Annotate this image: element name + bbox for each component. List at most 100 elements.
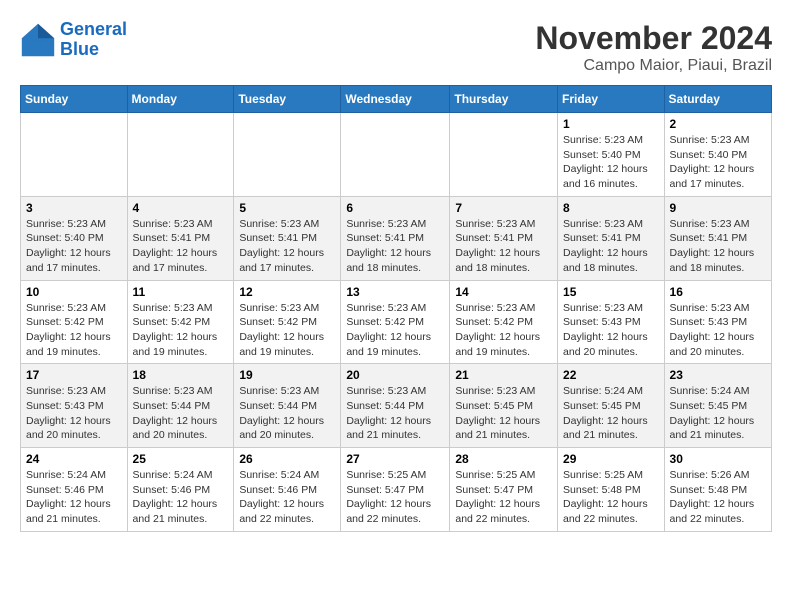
day-number: 17 [26,368,122,382]
calendar-cell: 16Sunrise: 5:23 AM Sunset: 5:43 PM Dayli… [664,280,771,364]
header-tuesday: Tuesday [234,86,341,113]
day-info: Sunrise: 5:23 AM Sunset: 5:40 PM Dayligh… [563,133,659,192]
day-info: Sunrise: 5:23 AM Sunset: 5:44 PM Dayligh… [239,384,335,443]
calendar-cell: 6Sunrise: 5:23 AM Sunset: 5:41 PM Daylig… [341,196,450,280]
day-number: 28 [455,452,552,466]
calendar-week-3: 10 Sunrise: 5:23 AM Sunset: 5:42 PM Dayli… [21,280,772,364]
calendar-cell: 24 Sunrise: 5:24 AM Sunset: 5:46 PM Dayli… [21,448,128,532]
calendar-cell: 26 Sunrise: 5:24 AM Sunset: 5:46 PM Dayli… [234,448,341,532]
day-info: Sunrise: 5:25 AM Sunset: 5:48 PM Dayligh… [563,468,659,527]
calendar-cell: 15Sunrise: 5:23 AM Sunset: 5:43 PM Dayli… [558,280,665,364]
day-number: 1 [563,117,659,131]
day-info: Sunrise: 5:24 AM Sunset: 5:45 PM Dayligh… [670,384,766,443]
title-area: November 2024 Campo Maior, Piaui, Brazil [535,20,772,75]
calendar-cell: 7 Sunrise: 5:23 AM Sunset: 5:41 PM Daylig… [450,196,558,280]
calendar-cell: 10 Sunrise: 5:23 AM Sunset: 5:42 PM Dayli… [21,280,128,364]
month-title: November 2024 [535,20,772,57]
calendar-cell [234,113,341,197]
day-info: Sunrise: 5:24 AM Sunset: 5:45 PM Dayligh… [563,384,659,443]
calendar-cell: 11Sunrise: 5:23 AM Sunset: 5:42 PM Dayli… [127,280,234,364]
day-number: 5 [239,201,335,215]
header: General Blue November 2024 Campo Maior, … [20,20,772,75]
day-number: 13 [346,285,444,299]
day-number: 11 [133,285,229,299]
day-info: Sunrise: 5:23 AM Sunset: 5:44 PM Dayligh… [346,384,444,443]
calendar-cell: 20 Sunrise: 5:23 AM Sunset: 5:44 PM Dayli… [341,364,450,448]
calendar-cell: 29 Sunrise: 5:25 AM Sunset: 5:48 PM Dayli… [558,448,665,532]
day-number: 29 [563,452,659,466]
day-number: 25 [133,452,229,466]
calendar-cell: 2 Sunrise: 5:23 AM Sunset: 5:40 PM Daylig… [664,113,771,197]
calendar-week-2: 3 Sunrise: 5:23 AM Sunset: 5:40 PM Daylig… [21,196,772,280]
day-number: 6 [346,201,444,215]
header-wednesday: Wednesday [341,86,450,113]
day-number: 16 [670,285,766,299]
day-number: 19 [239,368,335,382]
day-info: Sunrise: 5:25 AM Sunset: 5:47 PM Dayligh… [346,468,444,527]
calendar-cell [127,113,234,197]
calendar-week-5: 24 Sunrise: 5:24 AM Sunset: 5:46 PM Dayli… [21,448,772,532]
logo-text: General Blue [60,20,127,60]
calendar-cell: 12 Sunrise: 5:23 AM Sunset: 5:42 PM Dayli… [234,280,341,364]
day-info: Sunrise: 5:23 AM Sunset: 5:42 PM Dayligh… [239,301,335,360]
day-info: Sunrise: 5:23 AM Sunset: 5:42 PM Dayligh… [346,301,444,360]
day-info: Sunrise: 5:26 AM Sunset: 5:48 PM Dayligh… [670,468,766,527]
day-info: Sunrise: 5:23 AM Sunset: 5:42 PM Dayligh… [26,301,122,360]
calendar-cell: 8Sunrise: 5:23 AM Sunset: 5:41 PM Daylig… [558,196,665,280]
calendar-cell [21,113,128,197]
header-row: Sunday Monday Tuesday Wednesday Thursday… [21,86,772,113]
logo: General Blue [20,20,127,60]
calendar-table: Sunday Monday Tuesday Wednesday Thursday… [20,85,772,532]
calendar-header: Sunday Monday Tuesday Wednesday Thursday… [21,86,772,113]
day-info: Sunrise: 5:25 AM Sunset: 5:47 PM Dayligh… [455,468,552,527]
day-number: 30 [670,452,766,466]
calendar-cell: 28 Sunrise: 5:25 AM Sunset: 5:47 PM Dayli… [450,448,558,532]
day-number: 24 [26,452,122,466]
day-number: 22 [563,368,659,382]
day-number: 3 [26,201,122,215]
day-number: 9 [670,201,766,215]
logo-line2: Blue [60,39,99,59]
calendar-cell: 25Sunrise: 5:24 AM Sunset: 5:46 PM Dayli… [127,448,234,532]
calendar-cell: 1 Sunrise: 5:23 AM Sunset: 5:40 PM Daylig… [558,113,665,197]
calendar-cell: 21Sunrise: 5:23 AM Sunset: 5:45 PM Dayli… [450,364,558,448]
day-number: 20 [346,368,444,382]
calendar-cell: 9 Sunrise: 5:23 AM Sunset: 5:41 PM Daylig… [664,196,771,280]
calendar-cell: 18 Sunrise: 5:23 AM Sunset: 5:44 PM Dayli… [127,364,234,448]
calendar-cell: 30 Sunrise: 5:26 AM Sunset: 5:48 PM Dayli… [664,448,771,532]
calendar-cell: 17 Sunrise: 5:23 AM Sunset: 5:43 PM Dayli… [21,364,128,448]
day-number: 4 [133,201,229,215]
day-info: Sunrise: 5:23 AM Sunset: 5:43 PM Dayligh… [26,384,122,443]
day-number: 2 [670,117,766,131]
day-number: 23 [670,368,766,382]
day-info: Sunrise: 5:23 AM Sunset: 5:44 PM Dayligh… [133,384,229,443]
day-number: 14 [455,285,552,299]
day-info: Sunrise: 5:23 AM Sunset: 5:43 PM Dayligh… [563,301,659,360]
calendar-cell [450,113,558,197]
day-info: Sunrise: 5:23 AM Sunset: 5:40 PM Dayligh… [670,133,766,192]
day-number: 27 [346,452,444,466]
day-info: Sunrise: 5:23 AM Sunset: 5:42 PM Dayligh… [455,301,552,360]
day-number: 10 [26,285,122,299]
day-number: 26 [239,452,335,466]
day-info: Sunrise: 5:24 AM Sunset: 5:46 PM Dayligh… [26,468,122,527]
day-info: Sunrise: 5:23 AM Sunset: 5:41 PM Dayligh… [670,217,766,276]
day-info: Sunrise: 5:23 AM Sunset: 5:41 PM Dayligh… [455,217,552,276]
day-info: Sunrise: 5:23 AM Sunset: 5:40 PM Dayligh… [26,217,122,276]
header-saturday: Saturday [664,86,771,113]
calendar-cell: 19 Sunrise: 5:23 AM Sunset: 5:44 PM Dayli… [234,364,341,448]
calendar-cell: 22 Sunrise: 5:24 AM Sunset: 5:45 PM Dayli… [558,364,665,448]
header-sunday: Sunday [21,86,128,113]
day-number: 12 [239,285,335,299]
location-title: Campo Maior, Piaui, Brazil [535,57,772,75]
day-number: 8 [563,201,659,215]
day-number: 18 [133,368,229,382]
day-number: 7 [455,201,552,215]
header-friday: Friday [558,86,665,113]
calendar-cell: 5Sunrise: 5:23 AM Sunset: 5:41 PM Daylig… [234,196,341,280]
calendar-body: 1 Sunrise: 5:23 AM Sunset: 5:40 PM Daylig… [21,113,772,532]
day-info: Sunrise: 5:23 AM Sunset: 5:41 PM Dayligh… [133,217,229,276]
day-info: Sunrise: 5:23 AM Sunset: 5:45 PM Dayligh… [455,384,552,443]
calendar-cell: 4 Sunrise: 5:23 AM Sunset: 5:41 PM Daylig… [127,196,234,280]
day-info: Sunrise: 5:24 AM Sunset: 5:46 PM Dayligh… [239,468,335,527]
